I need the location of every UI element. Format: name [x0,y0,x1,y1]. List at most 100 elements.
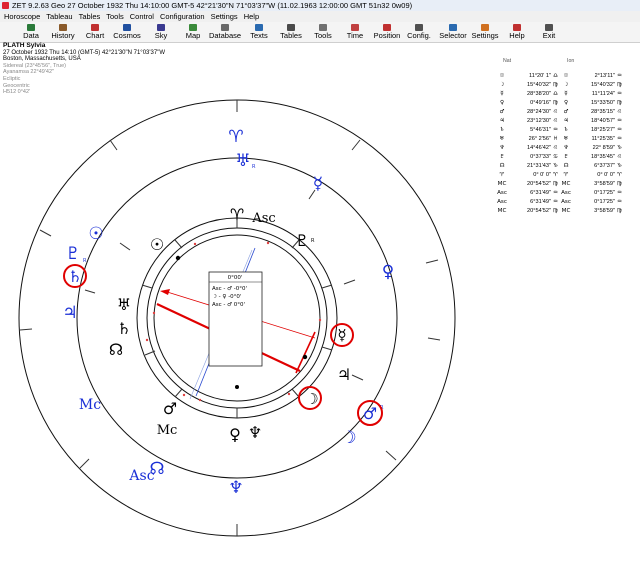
outer-neptune-glyph: ♆ [228,478,243,498]
outer-sun-glyph: ☉ [88,224,103,244]
inner-aries-glyph: ♈ [230,205,244,224]
natal-value: 20°54'52" [527,208,551,214]
chart-icon [91,24,99,31]
planet-glyph: MC [497,181,507,187]
menu-tools[interactable]: Tools [103,12,127,21]
table-row: ♇ 0°37'33" ♇ 18°35'45" ♋ ♌ [495,153,635,161]
toolbar-settings-button[interactable]: Settings [468,22,502,42]
natal-sign-glyph: ♌ [553,145,559,151]
natal-sign-glyph: ♑ [553,163,559,169]
toolbar-history-button[interactable]: History [46,22,80,42]
menu-tables[interactable]: Tables [76,12,104,21]
planet-glyph: ♃ [499,118,505,124]
planet-glyph: ☉ [563,73,569,79]
toolbar-cosmos-button[interactable]: Cosmos [110,22,144,42]
window-title: ZET 9.2.63 Geo 27 October 1932 Thu 14:10… [12,1,413,10]
planet-glyph: ♀ [563,100,569,106]
planet-glyph: ♅ [499,136,505,142]
ion-sign-glyph: ♍ [617,100,623,106]
inner-venus-glyph: ♀ [229,425,241,444]
planet-glyph: ♅ [563,136,569,142]
aspect-box-line-2: ☽ - ♀ -0°0' [212,294,241,300]
planet-glyph: Asc [561,190,571,196]
ion-value: 11°11'24" [591,91,615,97]
toolbar-exit-button[interactable]: Exit [532,22,566,42]
menu-help[interactable]: Help [241,12,262,21]
menu-horoscope[interactable]: Horoscope [0,12,43,21]
natal-sign-glyph: ♒ [553,190,559,196]
ion-value: 6°37'37" [594,163,615,169]
table-row: ♄ 5°46'31" ♄ 18°25'27" ♒ ♒ [495,126,635,134]
toolbar: Data History Chart Cosmos Sky Map Databa… [0,22,640,43]
help-icon [513,24,521,31]
ion-value: 18°35'45" [591,154,615,160]
ion-value: 18°25'27" [591,127,615,133]
natal-sign-glyph: ♒ [553,127,559,133]
toolbar-texts-button[interactable]: Texts [242,22,276,42]
toolbar-data-button[interactable]: Data [14,22,48,42]
toolbar-sky-button[interactable]: Sky [144,22,178,42]
ion-sign-glyph: ♍ [617,181,623,187]
outer-saturn-glyph: ♄ [68,267,82,286]
planet-glyph: ♀ [499,100,505,106]
sun-dot [175,255,181,261]
aspect-box-line-3: Asc - ♂ 0°0' [212,302,245,308]
ion-sign-glyph: ♌ [617,154,623,160]
ion-sign-glyph: ♒ [617,118,623,124]
natal-sign-glyph: ♓ [553,136,559,142]
toolbar-config-button[interactable]: Config. [402,22,436,42]
inner-uranus-glyph: ♅ [117,295,131,314]
menu-control[interactable]: Control [127,12,157,21]
horoscope-wheel[interactable]: 0°00' Asc - ♂ -0°0' ☽ - ♀ -0°0' Asc - ♂ … [0,44,490,565]
position-icon [383,24,391,31]
tools-icon [319,24,327,31]
outer-moon-glyph: ☽ [341,428,356,448]
toolbar-chart-button[interactable]: Chart [78,22,112,42]
natal-value: 14°46'42" [527,145,551,151]
toolbar-selector-button[interactable]: Selector [436,22,470,42]
table-row: ☉ 11°20' 1" ☉ 2°13'11" ♎ ♒ [495,72,635,80]
inner-jupiter-glyph: ♃ [337,365,351,384]
toolbar-database-button[interactable]: Database [208,22,242,42]
planet-glyph: ☊ [499,163,505,169]
menu-tableau[interactable]: Tableau [43,12,75,21]
menu-settings[interactable]: Settings [208,12,241,21]
natal-value: 0°49'16" [530,100,551,106]
menu-configuration[interactable]: Configuration [157,12,208,21]
natal-sign-glyph: ♍ [553,100,559,106]
natal-value: 6°31'49" [530,199,551,205]
table-row: Asc 6°31'49" Asc 0°17'25" ♒ ♒ [495,198,635,206]
ion-sign-glyph: ♒ [617,190,623,196]
toolbar-position-button[interactable]: Position [370,22,404,42]
table-header-ion: Ion [567,58,575,64]
planet-glyph: ☉ [499,73,505,79]
table-row: ♃ 23°12'30" ♃ 18°40'57" ♌ ♒ [495,117,635,125]
outer-uranus-retro: R [252,164,256,170]
aspect-box-header: 0°00' [228,275,243,281]
ion-value: 28°35'15" [591,109,615,115]
natal-value: 21°31'43" [527,163,551,169]
toolbar-help-button[interactable]: Help [500,22,534,42]
planet-glyph: ♈ [563,172,569,178]
toolbar-tools-button[interactable]: Tools [306,22,340,42]
planet-glyph: ♇ [563,154,569,160]
natal-value: 20°54'52" [527,181,551,187]
planet-glyph: ♆ [499,145,505,151]
inner-mc-label: Mc [157,423,178,438]
natal-sign-glyph: ♎ [553,91,559,97]
ion-sign-glyph: ♑ [617,163,623,169]
planet-glyph: Asc [497,199,507,205]
inner-node-glyph: ☊ [109,340,123,359]
table-header-nat: Nat [503,58,512,64]
ion-sign-glyph: ♒ [617,136,623,142]
settings-icon [481,24,489,31]
ion-sign-glyph: ♒ [617,73,623,79]
planet-glyph: ♂ [563,109,569,115]
toolbar-map-button[interactable]: Map [176,22,210,42]
toolbar-time-button[interactable]: Time [338,22,372,42]
exit-icon [545,24,553,31]
ion-value: 11°25'35" [591,136,615,142]
ion-value: 0° 0' 0" [597,172,615,178]
outer-mc-label: Mc [79,397,101,413]
toolbar-tables-button[interactable]: Tables [274,22,308,42]
